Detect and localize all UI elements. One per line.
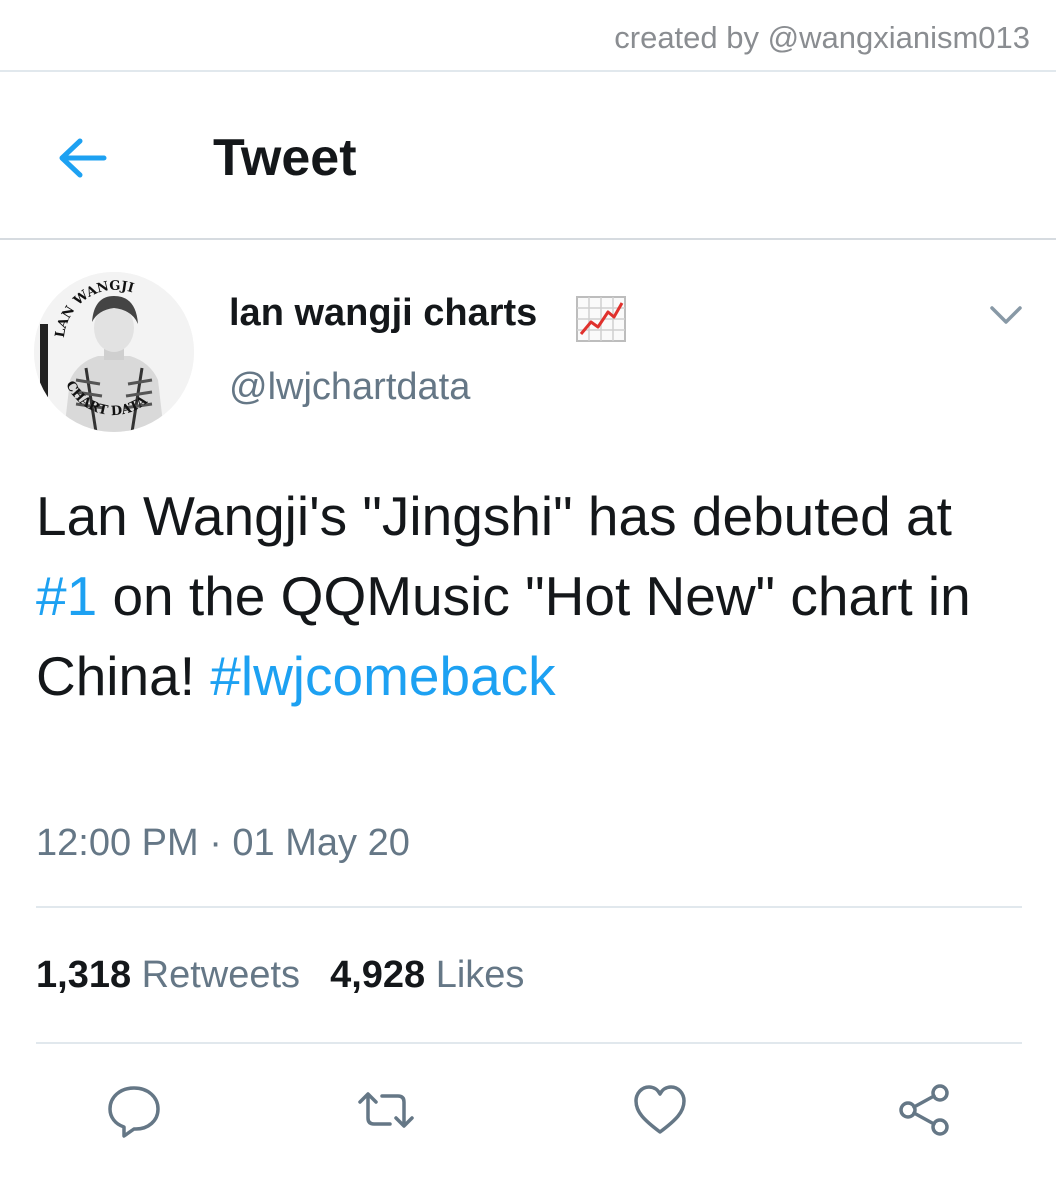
avatar[interactable]: LAN WANGJI CHART DATA — [34, 272, 194, 432]
author-display-name[interactable]: lan wangji charts — [229, 292, 537, 335]
hashtag-link[interactable]: #1 — [36, 565, 97, 627]
divider — [36, 1042, 1022, 1044]
divider — [36, 906, 1022, 908]
likes-count: 4,928 — [330, 954, 426, 996]
likes-label: Likes — [435, 954, 525, 996]
page-title: Tweet — [213, 129, 357, 187]
tweet-stats: 1,318 Retweets 4,928 Likes — [36, 954, 554, 997]
likes-stat[interactable]: 4,928 Likes — [330, 954, 524, 997]
retweets-count: 1,318 — [36, 954, 132, 996]
arrow-left-icon[interactable] — [52, 132, 112, 184]
retweet-icon[interactable] — [356, 1080, 416, 1140]
hashtag-link[interactable]: #lwjcomeback — [210, 645, 555, 707]
author-handle[interactable]: @lwjchartdata — [229, 366, 470, 409]
credit-text: created by @wangxianism013 — [614, 20, 1030, 55]
retweets-stat[interactable]: 1,318 Retweets — [36, 954, 300, 997]
credit-bar: created by @wangxianism013 — [0, 0, 1056, 72]
chevron-down-icon[interactable] — [986, 300, 1026, 330]
tweet-text: Lan Wangji's "Jingshi" has debuted at #1… — [36, 476, 1026, 716]
avatar-image: LAN WANGJI CHART DATA — [34, 272, 194, 432]
share-icon[interactable] — [894, 1080, 954, 1140]
like-icon[interactable] — [630, 1080, 690, 1140]
tweet-timestamp: 12:00 PM · 01 May 20 — [36, 822, 410, 864]
reply-icon[interactable] — [104, 1080, 164, 1140]
retweets-label: Retweets — [141, 954, 301, 996]
tweet-text-part1: Lan Wangji's "Jingshi" has debuted at — [36, 485, 952, 547]
chart-increasing-emoji-icon — [576, 296, 626, 342]
app-header — [0, 74, 1056, 240]
